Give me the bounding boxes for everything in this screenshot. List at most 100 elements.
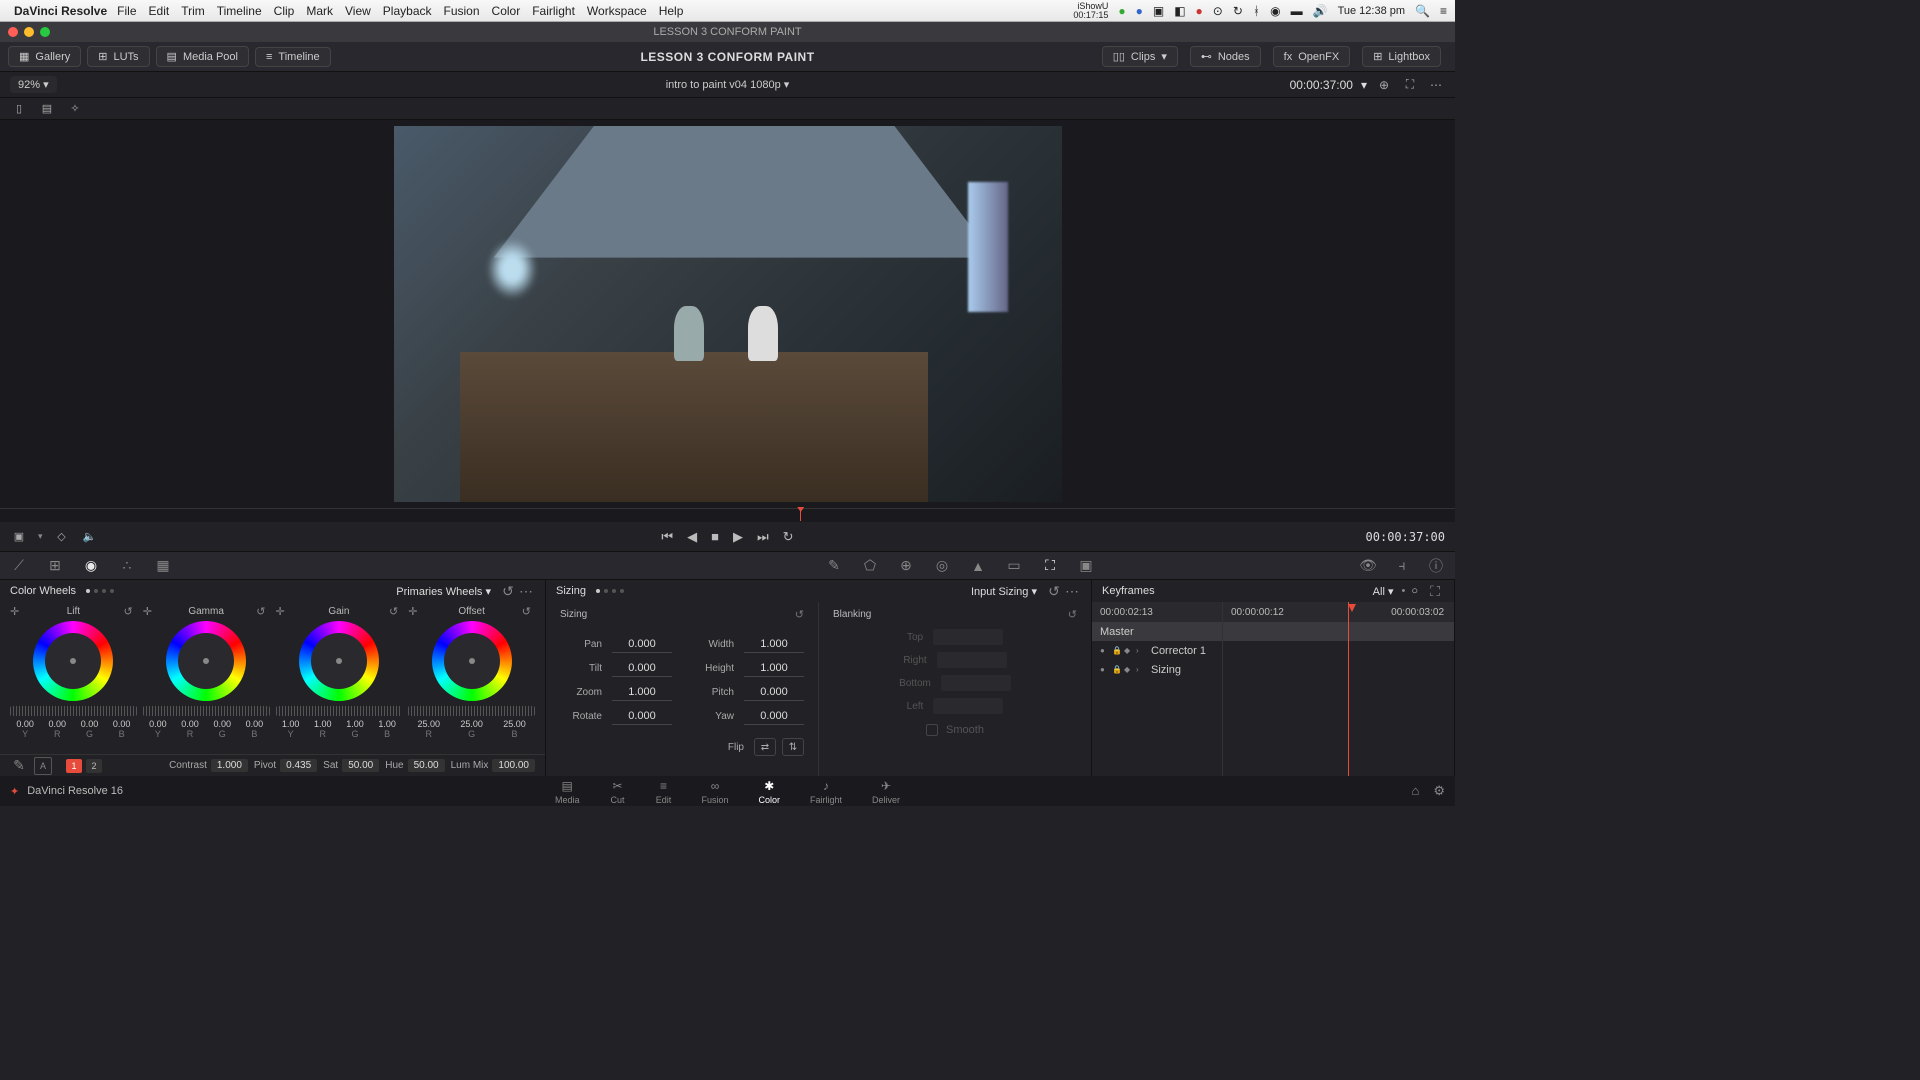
rgb-mixer-icon[interactable]: ▦ xyxy=(154,557,172,575)
channel-value[interactable]: 25.00 xyxy=(460,719,483,729)
menu-playback[interactable]: Playback xyxy=(383,4,432,18)
menubar-rec-icon[interactable]: ● xyxy=(1196,4,1203,18)
hamburger-icon[interactable]: ≡ xyxy=(1440,4,1447,18)
chevron-down-icon[interactable]: ▾ xyxy=(38,531,43,542)
playhead-icon[interactable] xyxy=(800,509,801,521)
menu-file[interactable]: File xyxy=(117,4,136,18)
clip-name[interactable]: intro to paint v04 1080p ▾ xyxy=(666,78,790,91)
kf-dot-active[interactable]: ○ xyxy=(1411,585,1418,597)
reverse-button[interactable]: ◀ xyxy=(687,529,697,545)
more-icon[interactable]: ⋯ xyxy=(1063,582,1081,600)
reset-icon[interactable]: ↺ xyxy=(1068,608,1077,621)
page-fusion[interactable]: ∞Fusion xyxy=(701,778,728,805)
menu-timeline[interactable]: Timeline xyxy=(217,4,262,18)
sizing-mode-dropdown[interactable]: Input Sizing ▾ xyxy=(971,585,1037,598)
more-icon[interactable]: ⋯ xyxy=(517,582,535,600)
primaries-mode-dropdown[interactable]: Primaries Wheels ▾ xyxy=(396,585,491,598)
crosshair-icon[interactable]: ✛ xyxy=(408,605,417,618)
menubar-box-icon[interactable]: ▣ xyxy=(1153,4,1164,18)
qualifier-icon[interactable]: ✎ xyxy=(825,557,843,575)
channel-value[interactable]: 1.00 xyxy=(378,719,396,729)
zoom-dropdown[interactable]: 92% ▾ xyxy=(10,76,57,93)
scopes-icon[interactable]: ⫞ xyxy=(1393,557,1411,575)
expand-icon[interactable]: ⛶ xyxy=(1401,76,1419,94)
menu-fairlight[interactable]: Fairlight xyxy=(532,4,575,18)
sz-value[interactable]: 1.000 xyxy=(612,684,672,701)
battery-icon[interactable]: ▬ xyxy=(1291,4,1303,18)
mute-icon[interactable]: 🔈 xyxy=(81,528,99,546)
image-wipe-icon[interactable]: ▯ xyxy=(10,100,28,118)
highlight-icon[interactable]: ⊕ xyxy=(1375,76,1393,94)
blank-value[interactable] xyxy=(933,629,1003,645)
page-fairlight[interactable]: ♪Fairlight xyxy=(810,778,842,805)
wifi-icon[interactable]: ◉ xyxy=(1270,4,1280,18)
sz-value[interactable]: 0.000 xyxy=(744,708,804,725)
keyframe-eye-icon[interactable]: 👁 xyxy=(1359,557,1377,575)
kf-dot-inactive[interactable]: • xyxy=(1401,585,1405,597)
page-deliver[interactable]: ✈Deliver xyxy=(872,778,900,805)
channel-value[interactable]: 0.00 xyxy=(181,719,199,729)
app-name[interactable]: DaVinci Resolve xyxy=(14,4,107,18)
split-icon[interactable]: ▤ xyxy=(38,100,56,118)
prev-clip-button[interactable]: ⏮ xyxy=(661,529,673,545)
hue-value[interactable]: 50.00 xyxy=(408,759,445,772)
crosshair-icon[interactable]: ✛ xyxy=(276,605,285,618)
gallery-button[interactable]: ▦Gallery xyxy=(8,46,81,67)
channel-value[interactable]: 0.00 xyxy=(16,719,34,729)
page-2-button[interactable]: 2 xyxy=(86,759,102,773)
blank-value[interactable] xyxy=(941,675,1011,691)
home-icon[interactable]: ⌂ xyxy=(1411,783,1419,799)
play-button[interactable]: ▶ xyxy=(733,529,743,545)
hsl-icon[interactable]: ∴ xyxy=(118,557,136,575)
reset-icon[interactable]: ↺ xyxy=(389,605,398,618)
settings-icon[interactable]: ⚙ xyxy=(1433,783,1445,799)
key-icon[interactable]: ▭ xyxy=(1005,557,1023,575)
tracking-icon[interactable]: ⊕ xyxy=(897,557,915,575)
loop-button[interactable]: ↻ xyxy=(783,529,794,545)
spotlight-icon[interactable]: 🔍 xyxy=(1415,4,1430,18)
color-wheel[interactable] xyxy=(33,621,113,701)
channel-value[interactable]: 1.00 xyxy=(282,719,300,729)
master-slider[interactable] xyxy=(408,706,535,716)
blur-icon[interactable]: ▲ xyxy=(969,557,987,575)
menu-color[interactable]: Color xyxy=(492,4,521,18)
viewer[interactable] xyxy=(0,120,1455,508)
more-icon[interactable]: ⋯ xyxy=(1427,76,1445,94)
reset-icon[interactable]: ↺ xyxy=(1045,582,1063,600)
window-close-button[interactable] xyxy=(8,27,18,37)
flip-v-button[interactable]: ⇅ xyxy=(782,738,804,756)
bluetooth-icon[interactable]: ᚼ xyxy=(1253,4,1260,18)
menubar-db-icon[interactable]: ◧ xyxy=(1174,4,1185,18)
menu-edit[interactable]: Edit xyxy=(149,4,170,18)
sz-value[interactable]: 0.000 xyxy=(612,708,672,725)
sz-value[interactable]: 1.000 xyxy=(744,636,804,653)
menu-trim[interactable]: Trim xyxy=(181,4,205,18)
original-icon[interactable]: ◇ xyxy=(53,528,71,546)
menu-view[interactable]: View xyxy=(345,4,371,18)
color-wheel[interactable] xyxy=(299,621,379,701)
page-color[interactable]: ✱Color xyxy=(758,778,780,805)
lummix-value[interactable]: 100.00 xyxy=(492,759,535,772)
channel-value[interactable]: 0.00 xyxy=(49,719,67,729)
window-minimize-button[interactable] xyxy=(24,27,34,37)
status-dot-blue-icon[interactable]: ● xyxy=(1136,4,1143,18)
menubar-cloud-icon[interactable]: ⊙ xyxy=(1213,4,1223,18)
channel-value[interactable]: 0.00 xyxy=(246,719,264,729)
expand-icon[interactable]: ⛶ xyxy=(1426,582,1444,600)
channel-value[interactable]: 25.00 xyxy=(503,719,526,729)
lightbox-button[interactable]: ⊞Lightbox xyxy=(1362,46,1441,67)
color-wheel[interactable] xyxy=(432,621,512,701)
primaries-icon[interactable]: ◉ xyxy=(82,557,100,575)
channel-value[interactable]: 0.00 xyxy=(213,719,231,729)
wand-icon[interactable]: ✧ xyxy=(66,100,84,118)
channel-value[interactable]: 0.00 xyxy=(113,719,131,729)
nodes-button[interactable]: ⊷Nodes xyxy=(1190,46,1261,67)
reset-icon[interactable]: ↺ xyxy=(124,605,133,618)
menu-workspace[interactable]: Workspace xyxy=(587,4,647,18)
sz-value[interactable]: 0.000 xyxy=(744,684,804,701)
channel-value[interactable]: 1.00 xyxy=(346,719,364,729)
page-cut[interactable]: ✂Cut xyxy=(609,778,625,805)
status-dot-green-icon[interactable]: ● xyxy=(1118,4,1125,18)
channel-value[interactable]: 1.00 xyxy=(314,719,332,729)
blank-value[interactable] xyxy=(933,698,1003,714)
